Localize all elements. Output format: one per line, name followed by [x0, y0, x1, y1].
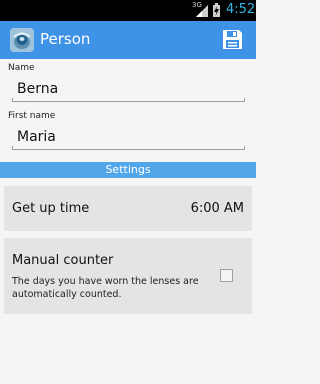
- manual-counter-description: The days you have worn the lenses are au…: [12, 276, 199, 300]
- manual-counter-title: Manual counter: [12, 253, 114, 268]
- first-name-label: First name: [8, 111, 56, 121]
- action-bar: Person: [0, 21, 256, 59]
- app-logo-graphic: [10, 28, 34, 52]
- signal-icon: [196, 5, 208, 17]
- lens-icon[interactable]: [10, 28, 34, 52]
- manual-counter-checkbox[interactable]: [220, 269, 233, 282]
- settings-header: Settings: [0, 162, 256, 178]
- page-title: Person: [40, 30, 91, 48]
- get-up-time-row[interactable]: Get up time 6:00 AM: [4, 186, 252, 231]
- name-field[interactable]: Berna: [12, 78, 245, 102]
- manual-counter-row[interactable]: Manual counter The days you have worn th…: [4, 238, 252, 314]
- get-up-time-value: 6:00 AM: [190, 201, 244, 216]
- battery-charging-icon: [213, 3, 220, 17]
- first-name-field[interactable]: Maria: [12, 126, 245, 150]
- clock: 4:52: [226, 2, 256, 17]
- name-label: Name: [8, 63, 35, 73]
- save-icon[interactable]: [222, 29, 243, 50]
- get-up-time-label: Get up time: [12, 201, 90, 216]
- status-bar: 3G 4:52: [0, 0, 256, 21]
